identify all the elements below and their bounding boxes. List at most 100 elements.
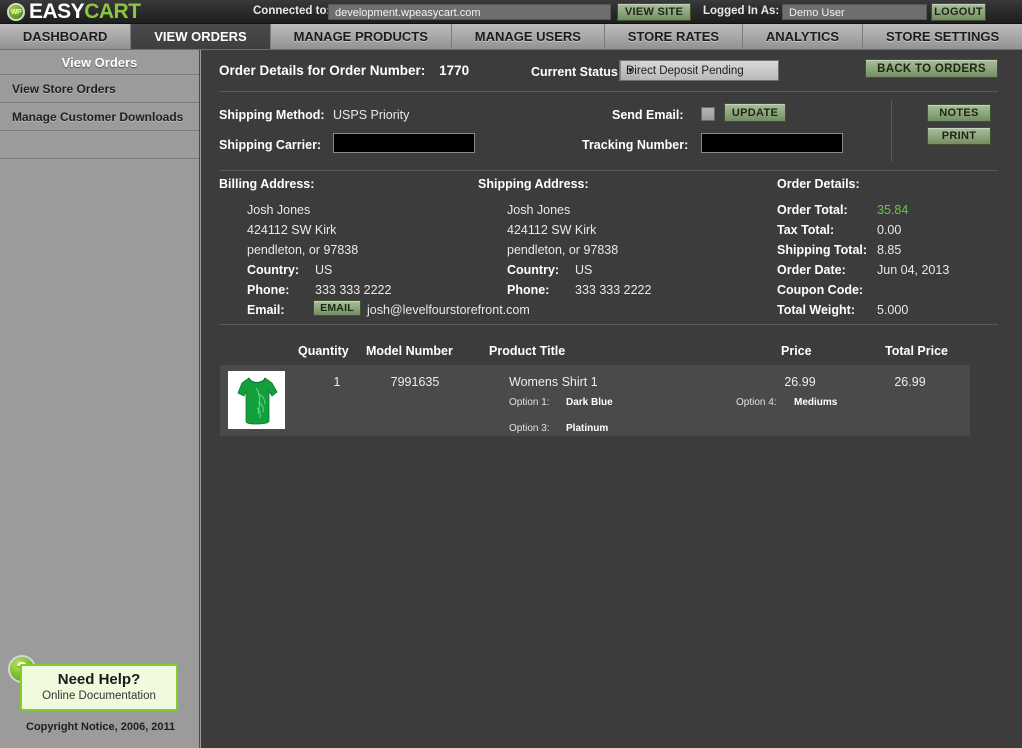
- total-weight-label: Total Weight:: [777, 303, 855, 317]
- table-row[interactable]: 1 7991635 Womens Shirt 1 26.99 26.99 Opt…: [220, 365, 970, 436]
- tracking-number-label: Tracking Number:: [582, 138, 689, 152]
- nav-tab-manage-products[interactable]: MANAGE PRODUCTS: [271, 24, 452, 49]
- shipping-street: 424112 SW Kirk: [507, 223, 597, 237]
- billing-city-state-zip: pendleton, or 97838: [247, 243, 359, 257]
- nav-tab-analytics[interactable]: ANALYTICS: [743, 24, 864, 49]
- divider-addresses: [219, 170, 998, 171]
- top-bar: WP EASYCART Connected to: development.wp…: [0, 0, 1022, 24]
- shipping-method-value: USPS Priority: [333, 108, 410, 122]
- total-weight-value: 5.000: [877, 303, 909, 317]
- tax-total-value: 0.00: [877, 223, 902, 237]
- nav-tab-dashboard[interactable]: DASHBOARD: [0, 24, 132, 49]
- billing-email-value: josh@levelfourstorefront.com: [367, 303, 530, 317]
- option-4-label: Option 4:: [736, 397, 777, 408]
- billing-phone-label: Phone:: [247, 283, 290, 297]
- billing-country-label: Country:: [247, 263, 300, 277]
- shipping-carrier-input[interactable]: [333, 133, 475, 153]
- need-help-box[interactable]: Need Help? Online Documentation: [20, 664, 178, 711]
- column-header-total-price: Total Price: [885, 344, 948, 358]
- option-1-value: Dark Blue: [566, 397, 613, 408]
- notes-button[interactable]: NOTES: [927, 104, 991, 122]
- logo-easy-text: EASY: [29, 0, 85, 23]
- connected-to-value[interactable]: development.wpeasycart.com: [328, 4, 611, 20]
- send-email-checkbox[interactable]: [701, 107, 715, 121]
- shipping-phone-label: Phone:: [507, 283, 550, 297]
- shipping-country-value: US: [575, 263, 593, 277]
- option-3-label: Option 3:: [509, 423, 550, 434]
- cell-total-price: 26.99: [894, 375, 926, 389]
- logo-cart-text: CART: [84, 0, 141, 23]
- tracking-number-input[interactable]: [701, 133, 843, 153]
- send-email-label: Send Email:: [612, 108, 684, 122]
- sidebar-item-view-store-orders[interactable]: View Store Orders: [0, 75, 199, 103]
- sidebar-item-manage-customer-downloads[interactable]: Manage Customer Downloads: [0, 103, 199, 131]
- logged-in-as-label: Logged In As:: [703, 5, 780, 17]
- logout-button[interactable]: LOGOUT: [931, 3, 986, 21]
- panel-divider: [891, 100, 892, 162]
- page-title: Order Details for Order Number: 1770: [219, 63, 469, 78]
- option-1-label: Option 1:: [509, 397, 550, 408]
- billing-name: Josh Jones: [247, 203, 311, 217]
- page-title-text: Order Details for Order Number:: [219, 63, 426, 78]
- admin-page: WP EASYCART Connected to: development.wp…: [0, 0, 1022, 748]
- shipping-country-label: Country:: [507, 263, 560, 277]
- divider-table: [219, 324, 998, 325]
- current-status-value: Direct Deposit Pending: [626, 64, 744, 77]
- nav-tab-manage-users[interactable]: MANAGE USERS: [452, 24, 605, 49]
- billing-country-value: US: [315, 263, 333, 277]
- shipping-city-state-zip: pendleton, or 97838: [507, 243, 619, 257]
- nav-tab-view-orders[interactable]: VIEW ORDERS: [131, 24, 271, 49]
- column-header-model-number: Model Number: [366, 344, 453, 358]
- nav-tab-store-rates[interactable]: STORE RATES: [605, 24, 743, 49]
- shipping-name: Josh Jones: [507, 203, 571, 217]
- main-navigation: DASHBOARD VIEW ORDERS MANAGE PRODUCTS MANAG…: [0, 24, 1022, 50]
- order-number-value: 1770: [439, 63, 470, 78]
- current-status-select[interactable]: Direct Deposit Pending ▼: [619, 60, 779, 81]
- cell-model-number: 7991635: [390, 375, 440, 389]
- sidebar-filler: [0, 131, 199, 159]
- logo: WP EASYCART: [7, 0, 141, 24]
- order-details-heading: Order Details:: [777, 177, 860, 191]
- column-header-product-title: Product Title: [489, 344, 566, 358]
- product-thumbnail: [228, 371, 285, 429]
- shipping-method-label: Shipping Method:: [219, 108, 325, 122]
- billing-phone-value: 333 333 2222: [315, 283, 392, 297]
- shipping-total-value: 8.85: [877, 243, 902, 257]
- column-header-price: Price: [781, 344, 812, 358]
- green-womens-shirt-icon: [236, 377, 278, 425]
- option-3-value: Platinum: [566, 423, 609, 434]
- current-status-label: Current Status:: [531, 65, 622, 79]
- cell-price: 26.99: [784, 375, 816, 389]
- cell-product-title: Womens Shirt 1: [509, 375, 598, 389]
- email-button[interactable]: EMAIL: [313, 300, 361, 316]
- back-to-orders-button[interactable]: BACK TO ORDERS: [865, 59, 998, 78]
- cell-quantity: 1: [333, 375, 341, 389]
- nav-tab-store-settings[interactable]: STORE SETTINGS: [863, 24, 1022, 49]
- coupon-code-label: Coupon Code:: [777, 283, 864, 297]
- view-site-button[interactable]: VIEW SITE: [617, 3, 691, 21]
- option-4-value: Mediums: [794, 397, 838, 408]
- divider-top: [219, 91, 998, 92]
- shipping-phone-value: 333 333 2222: [575, 283, 652, 297]
- connected-to-label: Connected to:: [253, 5, 331, 17]
- logo-text: EASYCART: [29, 1, 141, 23]
- print-button[interactable]: PRINT: [927, 127, 991, 145]
- sidebar: View Orders View Store Orders Manage Cust…: [0, 50, 200, 748]
- billing-email-label: Email:: [247, 303, 285, 317]
- update-button[interactable]: UPDATE: [724, 103, 786, 122]
- order-date-label: Order Date:: [777, 263, 846, 277]
- sidebar-title: View Orders: [0, 50, 199, 75]
- wp-badge-icon: WP: [7, 3, 25, 21]
- logged-in-user-value[interactable]: Demo User: [782, 4, 927, 20]
- need-help-title: Need Help?: [57, 671, 141, 688]
- shipping-carrier-label: Shipping Carrier:: [219, 138, 322, 152]
- shipping-address-heading: Shipping Address:: [478, 177, 589, 191]
- billing-street: 424112 SW Kirk: [247, 223, 337, 237]
- order-date-value: Jun 04, 2013: [877, 263, 950, 277]
- billing-address-heading: Billing Address:: [219, 177, 315, 191]
- order-total-label: Order Total:: [777, 203, 848, 217]
- column-header-quantity: Quantity: [298, 344, 349, 358]
- copyright-notice: Copyright Notice, 2006, 2011: [26, 721, 176, 733]
- order-total-value: 35.84: [877, 203, 909, 217]
- tax-total-label: Tax Total:: [777, 223, 835, 237]
